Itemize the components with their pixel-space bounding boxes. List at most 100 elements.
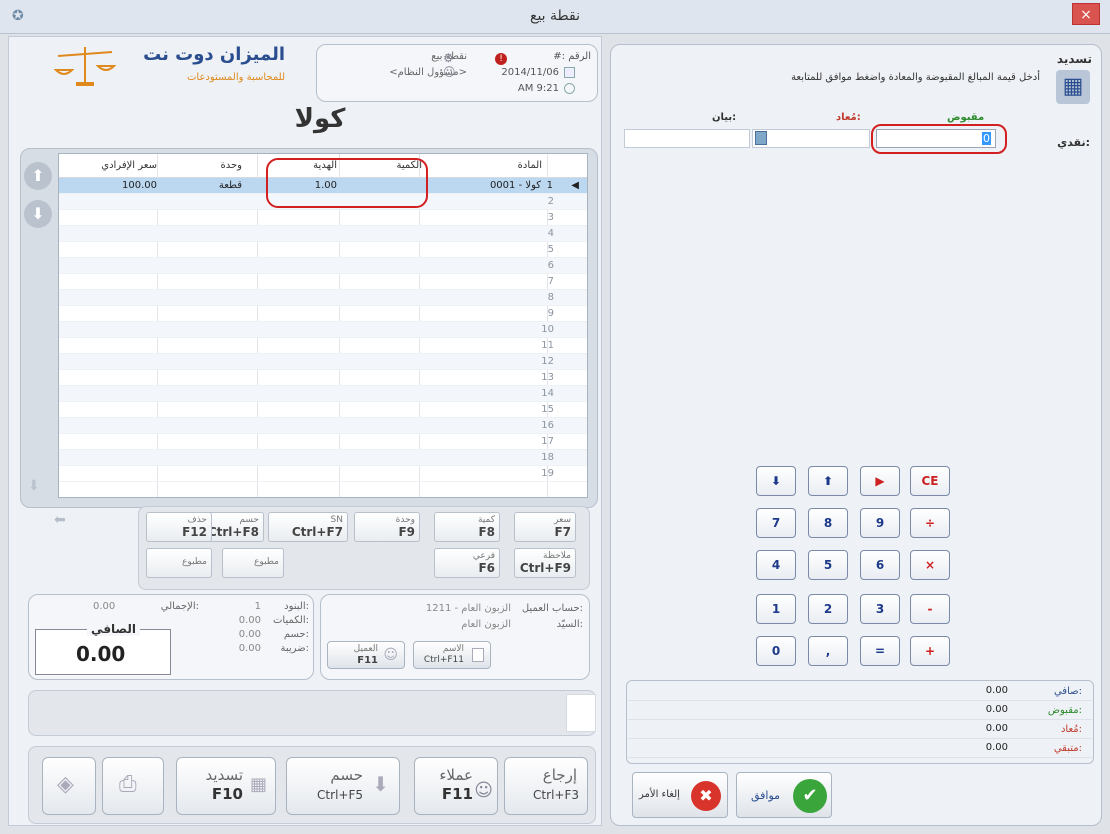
key-2[interactable]: 2: [808, 594, 848, 624]
table-row[interactable]: 13: [59, 370, 587, 386]
calculator-icon[interactable]: [755, 131, 767, 145]
printed-button-2[interactable]: مطبوع: [146, 548, 212, 578]
cell-price[interactable]: 100.00: [122, 180, 157, 191]
note-button[interactable]: ملاحظة Ctrl+F9: [514, 548, 576, 578]
printer-icon: ⎙: [119, 772, 137, 797]
qty-label: الكميات:: [273, 615, 309, 626]
key-4[interactable]: 4: [756, 550, 796, 580]
table-row[interactable]: 9: [59, 306, 587, 322]
play-key[interactable]: ▶: [860, 466, 900, 496]
key-9[interactable]: 9: [860, 508, 900, 538]
print-button[interactable]: ⎙: [102, 757, 164, 815]
total-label: الإجمالي:: [160, 601, 199, 612]
minus-key[interactable]: -: [910, 594, 950, 624]
summary-row: مقبوض: 0.00: [628, 703, 1092, 720]
pay-button[interactable]: تسديد F10 ▦: [176, 757, 276, 815]
name-button[interactable]: الاسم Ctrl+F11: [413, 641, 491, 669]
disc-value: 0.00: [238, 629, 261, 640]
payment-instruction: أدخل قيمة المبالغ المقبوضة والمعادة واضغ…: [791, 72, 1040, 83]
cash-register-icon: ▦: [249, 774, 267, 795]
table-row[interactable]: 7: [59, 274, 587, 290]
key-6[interactable]: 6: [860, 550, 900, 580]
ce-key[interactable]: CE: [910, 466, 950, 496]
drawer-icon: ◈: [57, 772, 74, 797]
key-3[interactable]: 3: [860, 594, 900, 624]
delete-button[interactable]: حذف F12: [146, 512, 212, 542]
branch-button[interactable]: فرعي F6: [434, 548, 500, 578]
total-value: 0.00: [93, 601, 116, 612]
table-row[interactable]: 14: [59, 386, 587, 402]
summary-value: 0.00: [985, 685, 1008, 696]
doc-number-label: #: الرقم: [553, 51, 591, 62]
client-button[interactable]: العميل F11 ☺: [327, 641, 405, 669]
row-num: 16: [541, 420, 554, 431]
discount-arrow-icon: ⬇: [372, 772, 389, 796]
table-row[interactable]: 3: [59, 210, 587, 226]
table-row[interactable]: 19: [59, 466, 587, 482]
row-num: 18: [541, 452, 554, 463]
table-row[interactable]: 10: [59, 322, 587, 338]
table-row[interactable]: 11: [59, 338, 587, 354]
net-box: الصافي 0.00: [35, 622, 171, 675]
clients-button[interactable]: عملاء F11 ☺: [414, 757, 498, 815]
totals-box: البنود: 1 الكميات: 0.00 حسم: 0.00 ضريبة:…: [28, 594, 314, 680]
qty-button[interactable]: كمية F8: [434, 512, 500, 542]
sir-label: السيّد:: [556, 619, 583, 630]
equals-key[interactable]: =: [860, 636, 900, 666]
divide-key[interactable]: ÷: [910, 508, 950, 538]
sn-button[interactable]: SN Ctrl+F7: [268, 512, 348, 542]
key-0[interactable]: 0: [756, 636, 796, 666]
drawer-button[interactable]: ◈: [42, 757, 96, 815]
row-num: 17: [541, 436, 554, 447]
table-row[interactable]: 12: [59, 354, 587, 370]
statement-input[interactable]: [624, 129, 750, 148]
table-row[interactable]: 4: [59, 226, 587, 242]
highlight-cash-input: [871, 124, 1007, 154]
customer-box: حساب العميل: 1211 - الزبون العام السيّد:…: [320, 594, 590, 680]
clock-icon[interactable]: [564, 83, 575, 94]
table-row[interactable]: 8: [59, 290, 587, 306]
account-label: حساب العميل:: [521, 603, 583, 614]
qty-value: 0.00: [238, 615, 261, 626]
comma-key[interactable]: ,: [808, 636, 848, 666]
key-5[interactable]: 5: [808, 550, 848, 580]
cell-unit[interactable]: قطعة: [219, 180, 242, 191]
price-button[interactable]: سعر F7: [514, 512, 576, 542]
cell-item[interactable]: 0001 - كولا: [490, 180, 541, 191]
table-row[interactable]: 5: [59, 242, 587, 258]
header-price: سعر الإفرادي: [101, 160, 157, 171]
cancel-x-icon: ✖: [691, 781, 721, 811]
arrow-down-key[interactable]: ⬇: [756, 466, 796, 496]
table-row[interactable]: 17: [59, 434, 587, 450]
returned-input[interactable]: [752, 129, 870, 148]
table-row[interactable]: 16: [59, 418, 587, 434]
unit-button[interactable]: وحدة F9: [354, 512, 420, 542]
key-8[interactable]: 8: [808, 508, 848, 538]
alert-icon: !: [495, 53, 507, 65]
sir-value: الزبون العام: [461, 619, 511, 630]
scroll-bottom-icon[interactable]: ⬇: [28, 478, 40, 494]
row-num: 8: [547, 292, 554, 303]
user-icon: ☺: [383, 647, 398, 663]
multiply-key[interactable]: ×: [910, 550, 950, 580]
ok-button[interactable]: ✔ موافق: [736, 772, 832, 818]
brand-name: الميزان دوت نت: [143, 44, 285, 65]
table-row[interactable]: 18: [59, 450, 587, 466]
plus-key[interactable]: +: [910, 636, 950, 666]
close-button[interactable]: ×: [1072, 3, 1100, 25]
printed-button-1[interactable]: مطبوع: [222, 548, 284, 578]
return-button[interactable]: إرجاع Ctrl+F3: [504, 757, 588, 815]
table-row[interactable]: 6: [59, 258, 587, 274]
user-icon: ☺: [443, 65, 456, 79]
back-arrow-icon[interactable]: ⬅: [54, 512, 66, 528]
key-7[interactable]: 7: [756, 508, 796, 538]
clients-icon: ☺: [474, 780, 493, 801]
scroll-down-icon[interactable]: ⬇: [24, 200, 52, 228]
table-row[interactable]: 15: [59, 402, 587, 418]
arrow-up-key[interactable]: ⬆: [808, 466, 848, 496]
scroll-up-icon[interactable]: ⬆: [24, 162, 52, 190]
key-1[interactable]: 1: [756, 594, 796, 624]
calendar-icon[interactable]: [564, 67, 575, 78]
cancel-button[interactable]: ✖ إلغاء الأمر: [632, 772, 728, 818]
discount-button-main[interactable]: حسم Ctrl+F5 ⬇: [286, 757, 400, 815]
